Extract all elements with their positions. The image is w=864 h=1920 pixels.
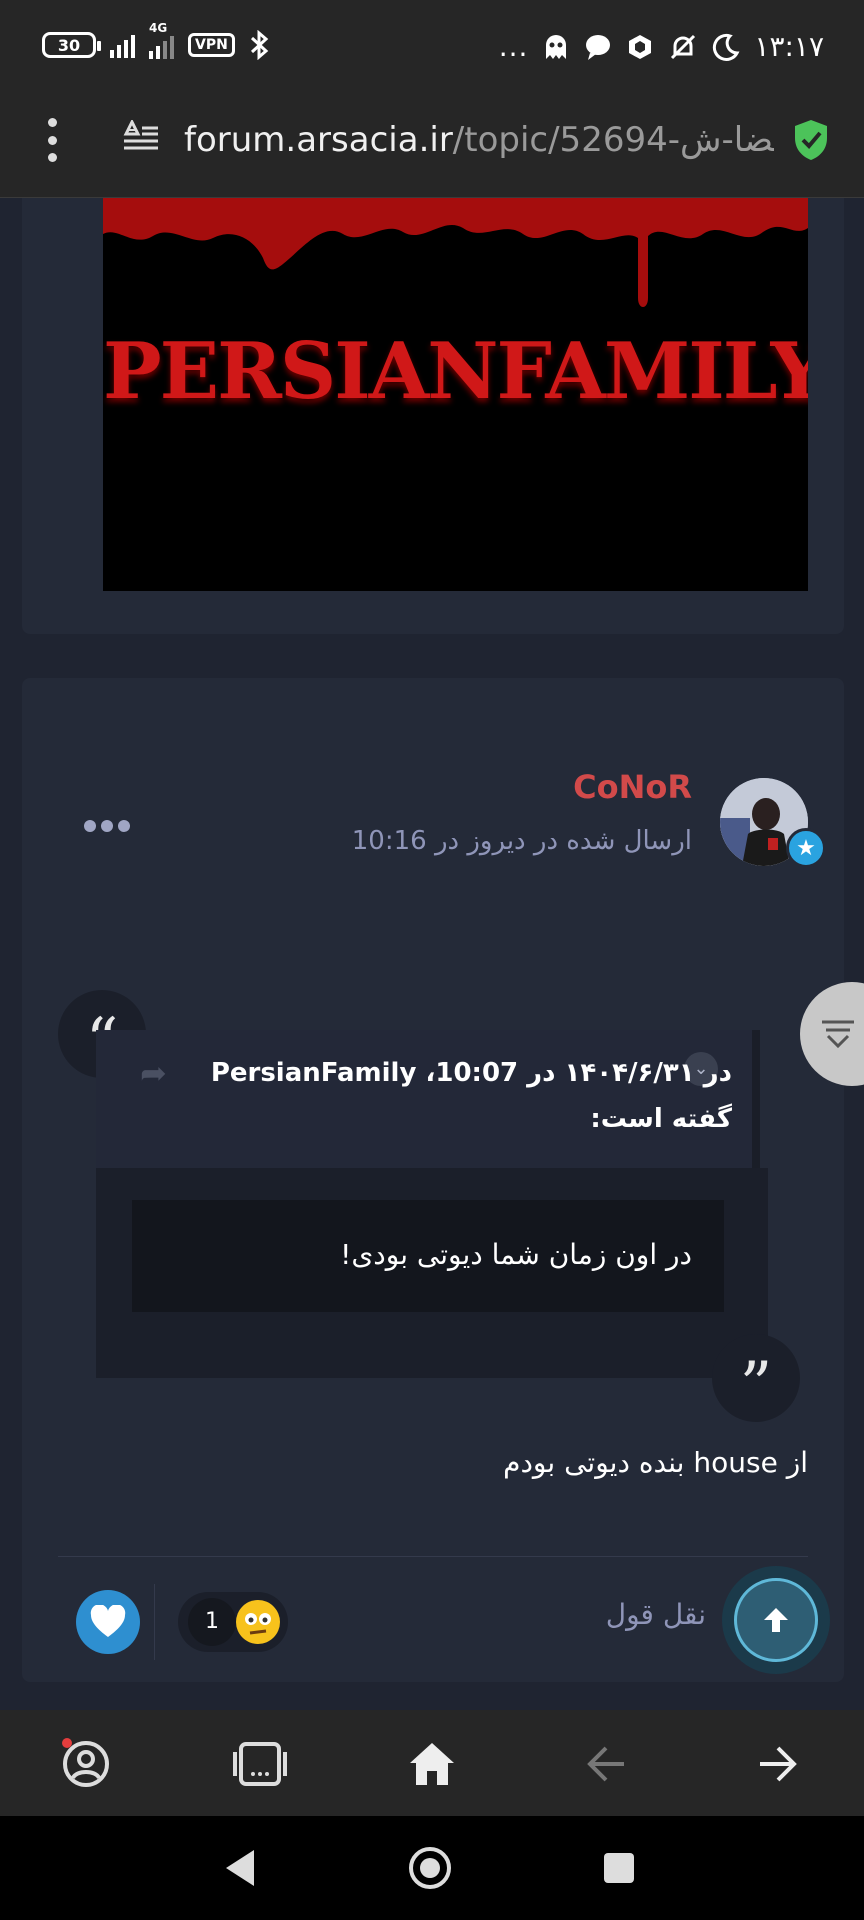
page-content: PERSIANFAMILY <box>0 198 864 1710</box>
post-timestamp: ارسال شده در دیروز در 10:16 <box>351 826 692 856</box>
share-arrow-icon[interactable]: ➦ <box>140 1054 167 1092</box>
clock: ۱۳:۱۷ <box>754 30 824 63</box>
home-icon <box>410 1743 454 1785</box>
post-author[interactable]: CoNoR <box>573 768 692 806</box>
reader-mode-icon[interactable] <box>122 120 160 154</box>
confused-emoji-icon <box>236 1600 280 1644</box>
signal-2-icon <box>149 33 174 59</box>
previous-post-card: PERSIANFAMILY <box>22 198 844 634</box>
reactions-summary[interactable]: 1 <box>178 1592 288 1652</box>
post-body: از house بنده دیوتی بودم <box>503 1446 808 1479</box>
quote-citation: در ۱۴۰۴/۶/۳۱ در 10:07، PersianFamily گفت… <box>210 1058 732 1134</box>
network-type-label: 4G <box>149 21 168 35</box>
quote-header: ➦ ⌄ در ۱۴۰۴/۶/۳۱ در 10:07، PersianFamily… <box>96 1030 760 1168</box>
quote-block: ➦ ⌄ در ۱۴۰۴/۶/۳۱ در 10:07، PersianFamily… <box>96 1030 768 1378</box>
blood-drip-decoration <box>103 198 808 307</box>
forward-icon <box>760 1746 797 1782</box>
arrow-up-icon <box>764 1608 788 1632</box>
system-home-icon[interactable] <box>406 1844 454 1892</box>
bell-off-icon <box>671 34 696 59</box>
more-options-button[interactable] <box>84 820 130 832</box>
persianfamily-banner-image: PERSIANFAMILY <box>103 198 808 591</box>
tabs-button[interactable] <box>230 1734 290 1794</box>
back-button[interactable] <box>576 1734 636 1794</box>
quote-body: در اون زمان شما دیوتی بودی! <box>96 1168 768 1378</box>
signal-icon <box>110 32 135 58</box>
status-left: 30 4G VPN <box>42 21 271 60</box>
separator <box>154 1584 155 1660</box>
menu-dots-icon[interactable] <box>46 118 58 162</box>
battery-indicator: 30 <box>42 32 101 58</box>
url-host: forum.arsacia.ir <box>184 120 453 160</box>
profile-icon <box>62 1738 109 1787</box>
scroll-to-top-button[interactable] <box>734 1578 818 1662</box>
home-button[interactable] <box>402 1734 462 1794</box>
banner-text: PERSIANFAMILY <box>103 326 808 417</box>
star-badge-icon: ★ <box>786 828 826 868</box>
profile-button[interactable] <box>56 1734 116 1794</box>
heart-icon <box>90 1605 126 1637</box>
network-type: 4G <box>149 21 174 59</box>
system-nav-bar <box>0 1816 864 1920</box>
status-bar: 30 4G VPN ... ۱۳:۱۷ <box>0 0 864 96</box>
vpn-icon: VPN <box>188 33 235 57</box>
reaction-count: 1 <box>188 1598 236 1646</box>
filter-lines-icon <box>822 1020 854 1049</box>
chat-bubble-icon <box>586 34 611 60</box>
tabs-icon <box>233 1742 287 1786</box>
quote-button[interactable]: نقل قول <box>606 1598 706 1631</box>
browser-bottom-nav <box>0 1710 864 1816</box>
system-back-icon[interactable] <box>222 1848 258 1888</box>
forward-button[interactable] <box>748 1734 808 1794</box>
back-icon <box>587 1746 624 1782</box>
status-right: ... ۱۳:۱۷ <box>499 30 824 63</box>
address-bar[interactable]: forum.arsacia.ir/topic/52694-اعضا-ش <box>184 110 774 170</box>
quote-text: در اون زمان شما دیوتی بودی! <box>340 1238 692 1271</box>
ghost-icon <box>546 34 567 59</box>
hexagon-app-icon <box>629 34 652 59</box>
quote-inner: در اون زمان شما دیوتی بودی! <box>132 1200 724 1312</box>
quote-close-icon: ” <box>712 1334 800 1423</box>
like-button[interactable] <box>76 1590 140 1654</box>
secure-shield-icon[interactable] <box>792 118 830 162</box>
url-path: /topic/52694-اعضا-ش <box>452 120 774 160</box>
system-recents-icon[interactable] <box>602 1851 636 1885</box>
divider <box>58 1556 808 1557</box>
overflow-dots: ... <box>498 30 529 63</box>
moon-icon <box>713 33 740 61</box>
bluetooth-icon <box>250 30 269 60</box>
browser-toolbar: forum.arsacia.ir/topic/52694-اعضا-ش <box>0 96 864 198</box>
